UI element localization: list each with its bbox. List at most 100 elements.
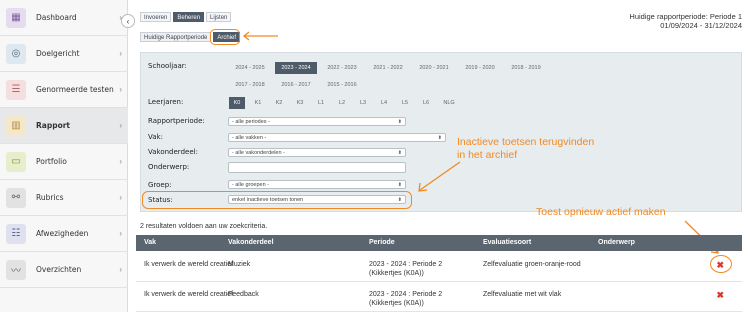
leerjaar-option[interactable]: L2 [334,97,350,109]
annotation-line: Inactieve toetsen terugvinden [457,136,595,148]
trend-icon: 〰 [6,259,26,280]
year-option[interactable]: 2020 - 2021 [413,62,455,74]
chevron-right-icon: › [119,193,122,202]
period-title: Huidige rapportperiode: Periode 1 [629,12,742,21]
cell-periode-group: (Kikkertjes (K0A)) [369,300,424,307]
onderwerp-label: Onderwerp: [148,163,190,171]
chevron-right-icon: › [119,49,122,58]
target-icon: ◎ [6,43,26,64]
sidebar-item-rubrics[interactable]: ⚯ Rubrics › [0,180,128,216]
sidebar: ▦ Dashboard › ◎ Doelgericht › ☰ Genormee… [0,0,128,312]
sidebar-item-afwezigheden[interactable]: ☷ Afwezigheden › [0,216,128,252]
tab-beheren[interactable]: Beheren [173,12,205,22]
sidebar-item-overzichten[interactable]: 〰 Overzichten › [0,252,128,288]
year-option[interactable]: 2024 - 2025 [229,62,271,74]
year-option[interactable]: 2015 - 2016 [321,79,363,91]
leerjaar-option[interactable]: L4 [376,97,392,109]
table-row[interactable]: Ik verwerk de wereld creatief Muziek 202… [136,252,742,282]
year-option[interactable]: 2018 - 2019 [505,62,547,74]
col-header-periode[interactable]: Periode [369,235,395,251]
leerjaar-option[interactable]: L5 [397,97,413,109]
year-option[interactable]: 2016 - 2017 [275,79,317,91]
col-header-onderwerp[interactable]: Onderwerp [598,235,635,251]
sidebar-item-label: Afwezigheden [36,229,89,238]
leerjaar-option[interactable]: L6 [418,97,434,109]
leerjaar-option[interactable]: K1 [250,97,266,109]
sidebar-item-portfolio[interactable]: ▭ Portfolio › [0,144,128,180]
chevron-right-icon: › [119,85,122,94]
cell-vak: Ik verwerk de wereld creatief [144,291,234,298]
select-value: - alle vakonderdelen - [232,150,285,156]
select-value: - alle periodes - [232,119,270,125]
groep-label: Groep: [148,181,172,189]
sidebar-item-label: Portfolio [36,157,67,166]
status-highlight [142,191,412,209]
archief-highlight [210,29,240,45]
select-arrows-icon: ⬍ [437,135,442,141]
select-value: - alle vakken - [232,135,267,141]
sidebar-item-label: Genormeerde testen [36,85,114,94]
arrow-icon [418,161,461,192]
cell-vakonderdeel: Feedback [228,291,259,298]
sidebar-item-dashboard[interactable]: ▦ Dashboard › [0,0,128,36]
result-count: 2 resultaten voldoen aan uw zoekcriteria… [140,223,268,230]
cell-vakonderdeel: Muziek [228,261,251,268]
table-row[interactable]: Ik verwerk de wereld creatief Feedback 2… [136,282,742,312]
year-option-selected[interactable]: 2023 - 2024 [275,62,317,74]
select-arrows-icon: ⬍ [397,119,402,125]
delete-icon[interactable]: ✖ [716,290,724,301]
sidebar-item-rapport[interactable]: ▥ Rapport › [0,108,128,144]
leerjaar-option[interactable]: K2 [271,97,287,109]
onderwerp-input[interactable] [228,162,406,173]
sidebar-item-doelgericht[interactable]: ◎ Doelgericht › [0,36,128,72]
leerjaar-option[interactable]: L1 [313,97,329,109]
cell-evaluatiesoort: Zelfevaluatie groen-oranje-rood [483,261,581,268]
bar-chart-icon: ▥ [6,115,26,136]
chevron-left-icon: ‹ [126,16,130,26]
vak-select[interactable]: - alle vakken - ⬍ [228,133,446,142]
chevron-right-icon: › [119,157,122,166]
sidebar-item-label: Dashboard [36,13,77,22]
cell-periode: 2023 - 2024 : Periode 2 [369,261,443,268]
chevron-right-icon: › [119,265,122,274]
sidebar-item-genormeerde-testen[interactable]: ☰ Genormeerde testen › [0,72,128,108]
schooljaar-label: Schooljaar: [148,62,187,70]
leerjaar-option[interactable]: L3 [355,97,371,109]
year-option[interactable]: 2021 - 2022 [367,62,409,74]
network-icon: ⚯ [6,187,26,208]
collapse-sidebar-button[interactable]: ‹ [121,14,135,28]
cell-evaluatiesoort: Zelfevaluatie met wit vlak [483,291,562,298]
reactivate-annotation: Toest opnieuw actief maken [536,206,666,218]
rapportperiode-label: Rapportperiode: [148,117,205,125]
period-dates: 01/09/2024 - 31/12/2024 [660,21,742,30]
chevron-right-icon: › [119,121,122,130]
checklist-icon: ☷ [6,223,26,244]
rapportperiode-select[interactable]: - alle periodes - ⬍ [228,117,406,126]
year-option[interactable]: 2019 - 2020 [459,62,501,74]
leerjaar-option[interactable]: K3 [292,97,308,109]
tab-lijsten[interactable]: Lijsten [206,12,232,22]
tab-invoeren[interactable]: Invoeren [140,12,172,22]
select-arrows-icon: ⬍ [397,150,402,156]
archief-annotation: Inactieve toetsen terugvinden in het arc… [457,136,594,162]
vakonderdeel-label: Vakonderdeel: [148,148,198,156]
folder-icon: ▭ [6,151,26,172]
cell-periode-group: (Kikkertjes (K0A)) [369,270,424,277]
sidebar-item-label: Overzichten [36,265,82,274]
delete-highlight [710,255,732,273]
leerjaar-option[interactable]: NLG [439,97,459,109]
arrow-icon [242,31,278,41]
year-option[interactable]: 2022 - 2023 [321,62,363,74]
col-header-evaluatiesoort[interactable]: Evaluatiesoort [483,235,531,251]
cell-periode: 2023 - 2024 : Periode 2 [369,291,443,298]
year-option[interactable]: 2017 - 2018 [229,79,271,91]
list-icon: ☰ [6,79,26,100]
leerjaar-option-selected[interactable]: K0 [229,97,245,109]
sidebar-item-label: Doelgericht [36,49,80,58]
grid-icon: ▦ [6,7,26,28]
col-header-vakonderdeel[interactable]: Vakonderdeel [228,235,274,251]
groep-select[interactable]: - alle groepen - ⬍ [228,180,406,189]
tab-huidige-rapportperiode[interactable]: Huidige Rapportperiode [140,32,212,42]
vakonderdeel-select[interactable]: - alle vakonderdelen - ⬍ [228,148,406,157]
col-header-vak[interactable]: Vak [144,235,156,251]
